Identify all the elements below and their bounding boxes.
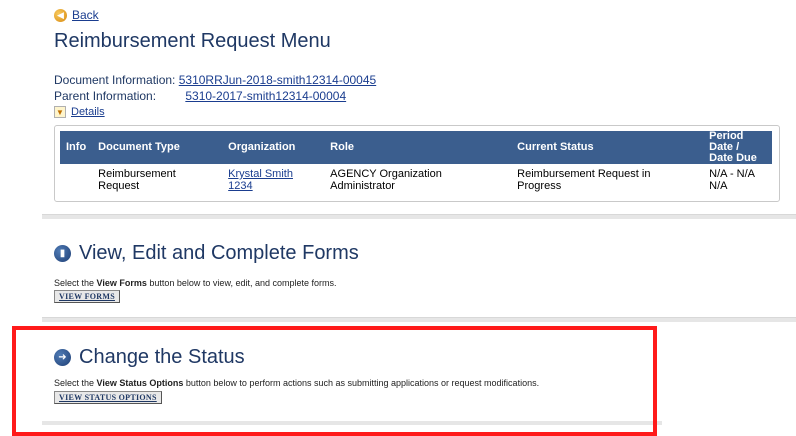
section-divider: [42, 421, 662, 425]
cell-document-type: Reimbursement Request: [98, 168, 176, 192]
expand-chevron-icon[interactable]: ▼: [54, 106, 66, 118]
organization-link[interactable]: Krystal Smith 1234: [228, 168, 293, 192]
document-icon: ▮: [54, 245, 71, 262]
back-link[interactable]: Back: [72, 8, 99, 22]
period-date-value: N/A - N/A: [709, 168, 756, 180]
forms-desc-bold: View Forms: [96, 278, 147, 288]
document-table-panel: Info Document Type Organization Role Cur…: [54, 125, 780, 202]
details-toggle[interactable]: ▼ Details: [54, 106, 105, 118]
table-header-row: Info Document Type Organization Role Cur…: [60, 131, 772, 164]
column-header-info: Info: [66, 141, 87, 153]
document-information: Document Information: 5310RRJun-2018-smi…: [54, 73, 376, 87]
view-forms-button[interactable]: VIEW FORMS: [54, 290, 120, 303]
cell-period-date: N/A - N/A N/A: [703, 164, 772, 196]
forms-section-description: Select the View Forms button below to vi…: [54, 278, 337, 288]
forms-section-title-text: View, Edit and Complete Forms: [79, 242, 359, 264]
arrow-right-icon: ➜: [54, 349, 71, 366]
status-section-title-text: Change the Status: [79, 346, 245, 368]
section-divider: [42, 317, 796, 322]
status-section-description: Select the View Status Options button be…: [54, 378, 539, 388]
parent-information-label: Parent Information:: [54, 89, 157, 103]
forms-section-title: ▮ View, Edit and Complete Forms: [54, 242, 359, 265]
cell-organization: Krystal Smith 1234: [222, 164, 324, 196]
details-link[interactable]: Details: [71, 106, 105, 118]
forms-desc-pre: Select the: [54, 278, 97, 288]
cell-current-status: Reimbursement Request in Progress: [517, 168, 651, 192]
status-section-title: ➜ Change the Status: [54, 346, 245, 369]
date-due-value: N/A: [709, 180, 728, 192]
page-title: Reimbursement Request Menu: [54, 30, 331, 52]
view-status-options-button[interactable]: VIEW STATUS OPTIONS: [54, 391, 162, 404]
column-header-document-type: Document Type: [98, 141, 180, 153]
parent-information-link[interactable]: 5310-2017-smith12314-00004: [185, 89, 346, 103]
forms-desc-post: button below to view, edit, and complete…: [146, 278, 337, 288]
column-header-role: Role: [330, 141, 355, 153]
status-desc-bold: View Status Options: [96, 378, 184, 388]
back-arrow-icon[interactable]: ◀: [54, 8, 67, 22]
section-divider: [42, 214, 796, 219]
cell-role: AGENCY Organization Administrator: [330, 168, 442, 192]
back-row: ◀ Back: [54, 8, 99, 22]
column-header-period-date: Period Date / Date Due: [709, 130, 757, 164]
status-desc-post: button below to perform actions such as …: [183, 378, 540, 388]
table-row: Reimbursement Request Krystal Smith 1234…: [60, 164, 772, 196]
status-desc-pre: Select the: [54, 378, 97, 388]
column-header-organization: Organization: [228, 141, 296, 153]
document-information-label: Document Information:: [54, 73, 176, 87]
column-header-current-status: Current Status: [517, 141, 594, 153]
document-information-link[interactable]: 5310RRJun-2018-smith12314-00045: [179, 73, 376, 87]
document-table: Info Document Type Organization Role Cur…: [60, 131, 772, 196]
parent-information: Parent Information: 5310-2017-smith12314…: [54, 89, 346, 103]
cell-info: [60, 164, 92, 196]
